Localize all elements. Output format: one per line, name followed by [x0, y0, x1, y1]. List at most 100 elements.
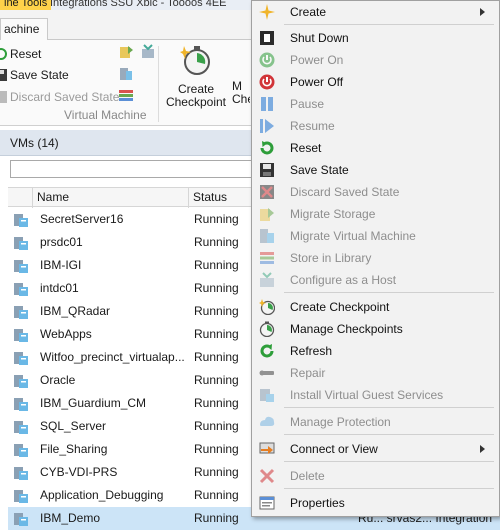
ribbon-save-state-label: Save State: [10, 68, 69, 82]
vm-name-cell: IBM_Guardium_CM: [40, 396, 147, 410]
menu-item-label: Manage Protection: [290, 415, 391, 429]
column-header-name[interactable]: Name: [32, 188, 186, 208]
ribbon-save-state-button[interactable]: Save State: [0, 65, 69, 85]
ribbon-manage-checkpoints-fragment[interactable]: M Che: [232, 80, 250, 106]
vm-icon: [14, 260, 28, 273]
ribbon-reset-button[interactable]: Reset: [0, 44, 41, 64]
tab-virtual-machine[interactable]: achine: [0, 18, 48, 41]
vm-icon: [14, 283, 28, 296]
menu-item-manage-checkpoints[interactable]: Manage Checkpoints: [252, 318, 499, 340]
menu-item-discard-saved-state[interactable]: Discard Saved State: [252, 181, 499, 203]
menu-item-label: Migrate Virtual Machine: [290, 229, 416, 243]
vm-icon: [14, 444, 28, 457]
power-off-icon: [259, 74, 275, 90]
menu-item-resume[interactable]: Resume: [252, 115, 499, 137]
power-on-icon: [259, 52, 275, 68]
menu-item-save-state[interactable]: Save State: [252, 159, 499, 181]
ribbon-discard-saved-state-button[interactable]: Discard Saved State: [0, 87, 119, 107]
vm-icon: [14, 237, 28, 250]
menu-separator: [284, 488, 494, 489]
vm-name-cell: IBM-IGI: [40, 258, 82, 272]
vm-name-cell: Witfoo_precinct_virtualap...: [40, 350, 185, 364]
migrate-storage-icon: [260, 208, 274, 221]
menu-item-manage-protection[interactable]: Manage Protection: [252, 411, 499, 433]
vm-status-cell: Running: [194, 511, 239, 525]
ribbon-separator: [158, 46, 159, 122]
manage-protection-icon: [260, 416, 275, 426]
menu-item-reset[interactable]: Reset: [252, 137, 499, 159]
menu-item-label: Create Checkpoint: [290, 300, 390, 314]
vm-status-cell: Running: [194, 465, 239, 479]
menu-item-create-checkpoint[interactable]: Create Checkpoint: [252, 296, 499, 318]
vm-status-cell: Running: [194, 350, 239, 364]
create-checkpoint-icon: [259, 299, 275, 315]
menu-item-properties[interactable]: Properties: [252, 492, 499, 514]
menu-item-delete[interactable]: Delete: [252, 465, 499, 487]
menu-item-connect-or-view[interactable]: Connect or View: [252, 438, 499, 460]
vm-status-cell: Running: [194, 327, 239, 341]
menu-item-power-on[interactable]: Power On: [252, 49, 499, 71]
vm-icon: [14, 352, 28, 365]
vm-status-cell: Running: [194, 212, 239, 226]
resume-icon: [260, 119, 274, 133]
menu-separator: [284, 407, 494, 408]
menu-item-label: Refresh: [290, 344, 333, 358]
store-in-library-icon: [260, 252, 274, 264]
vm-name-cell: prsdc01: [40, 235, 83, 249]
menu-item-install-virtual-guest-services[interactable]: Install Virtual Guest Services: [252, 384, 499, 406]
vm-status-cell: Running: [194, 396, 239, 410]
vm-status-cell: Running: [194, 373, 239, 387]
configure-host-icon: [260, 272, 274, 287]
create-sparkle-icon: [259, 4, 275, 20]
vm-name-cell: IBM_Demo: [40, 511, 101, 525]
menu-item-migrate-virtual-machine[interactable]: Migrate Virtual Machine: [252, 225, 499, 247]
context-menu: Create Shut Down Power On Power Off Paus…: [251, 0, 500, 517]
install-guest-services-icon: [260, 389, 274, 402]
menu-item-store-in-library[interactable]: Store in Library: [252, 247, 499, 269]
menu-item-label: Manage Checkpoints: [290, 322, 403, 336]
reset-icon: [0, 48, 7, 60]
contextual-tools-tab[interactable]: ine Tools: [0, 0, 52, 10]
vm-status-cell: Running: [194, 442, 239, 456]
menu-item-power-off[interactable]: Power Off: [252, 71, 499, 93]
ribbon-discard-saved-state-label: Discard Saved State: [10, 90, 120, 104]
menu-item-label: Create: [290, 5, 327, 19]
menu-item-shut-down[interactable]: Shut Down: [252, 27, 499, 49]
vm-icon: [14, 490, 28, 503]
vm-name-cell: Oracle: [40, 373, 76, 387]
ribbon-create-checkpoint-button[interactable]: Create Checkpoint: [164, 42, 228, 109]
menu-item-label: Migrate Storage: [290, 207, 376, 221]
vm-status-cell: Running: [194, 304, 239, 318]
properties-icon: [259, 496, 275, 510]
menu-item-pause[interactable]: Pause: [252, 93, 499, 115]
vm-name-cell: IBM_QRadar: [40, 304, 111, 318]
delete-icon: [259, 468, 275, 484]
menu-item-refresh[interactable]: Refresh: [252, 340, 499, 362]
migrate-vm-icon[interactable]: [118, 66, 134, 82]
vm-status-cell: Running: [194, 281, 239, 295]
ribbon-create-checkpoint-label: Create Checkpoint: [165, 82, 227, 109]
menu-item-label: Power Off: [290, 75, 344, 89]
menu-item-configure-as-host[interactable]: Configure as a Host: [252, 269, 499, 291]
migrate-storage-icon[interactable]: [118, 44, 134, 60]
ribbon-reset-label: Reset: [10, 47, 42, 61]
menu-item-label: Store in Library: [290, 251, 372, 265]
vm-status-cell: Running: [194, 235, 239, 249]
vm-icon: [14, 306, 28, 319]
manage-checkpoints-icon: [259, 321, 275, 337]
menu-item-create[interactable]: Create: [252, 1, 499, 23]
connect-or-view-icon: [259, 442, 275, 454]
menu-item-label: Power On: [290, 53, 344, 67]
configure-host-icon[interactable]: [140, 44, 156, 60]
vm-icon: [14, 513, 28, 526]
menu-item-migrate-storage[interactable]: Migrate Storage: [252, 203, 499, 225]
store-in-library-icon[interactable]: [118, 88, 134, 104]
create-checkpoint-icon: [180, 46, 210, 75]
vm-name-cell: intdc01: [40, 281, 79, 295]
vm-name-cell: File_Sharing: [40, 442, 108, 456]
reset-icon: [260, 141, 274, 155]
vm-name-cell: WebApps: [40, 327, 92, 341]
menu-item-repair[interactable]: Repair: [252, 362, 499, 384]
menu-item-label: Connect or View: [290, 442, 378, 456]
vm-status-cell: Running: [194, 258, 239, 272]
